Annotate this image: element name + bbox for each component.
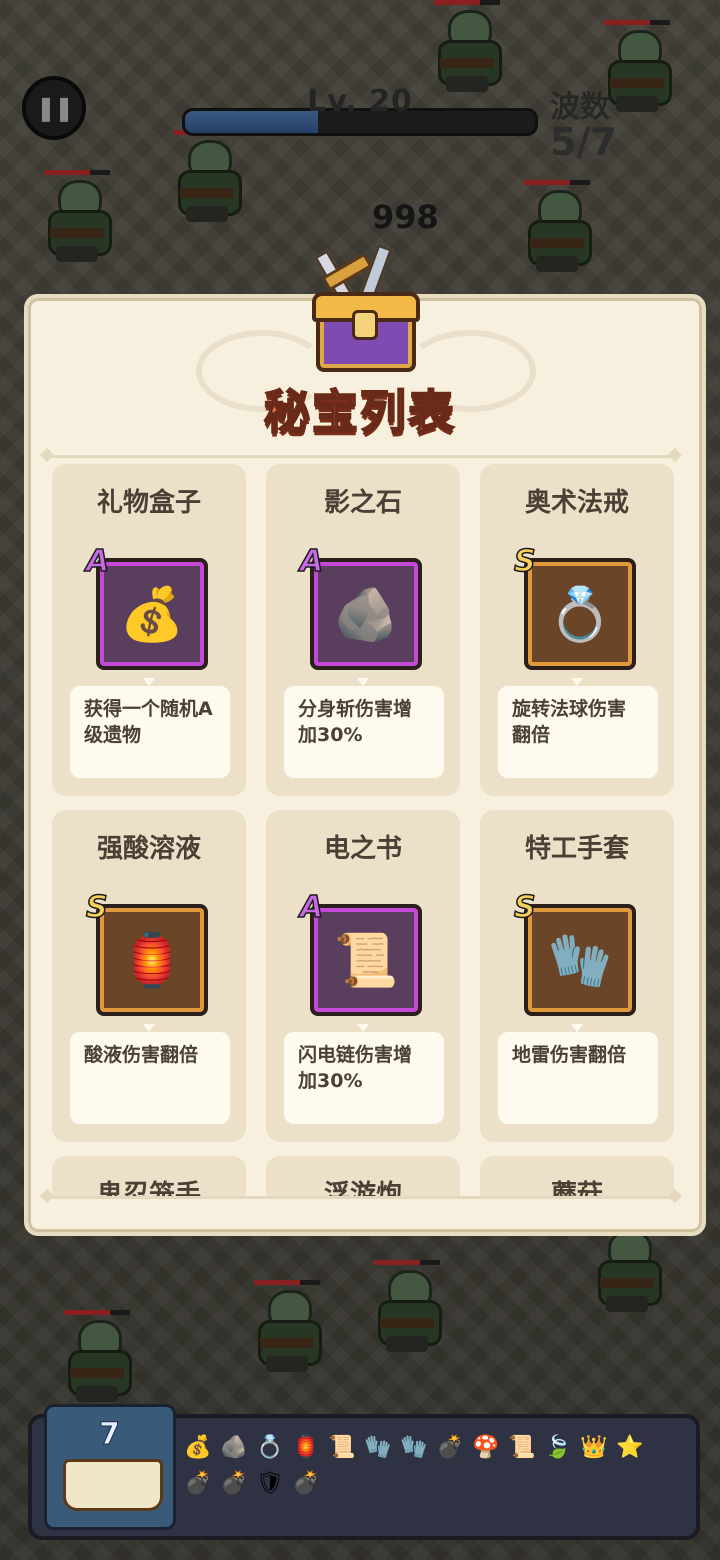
shadow-stone-icon: 🪨 [333,584,399,645]
relic-card[interactable]: 蘑菇 [480,1156,674,1196]
owned-relic-icon[interactable]: 🍄 [472,1434,500,1462]
relic-description: 闪电链伤害增加30% [284,1032,444,1124]
relic-card[interactable]: 特工手套 🧤 S 地雷伤害翻倍 [480,810,674,1142]
owned-relic-icon[interactable]: 💰 [184,1434,212,1462]
desc-pointer [571,1024,583,1032]
owned-relic-icon[interactable]: 🍃 [544,1434,572,1462]
modal-title: 秘宝列表 [263,384,456,440]
desc-pointer [357,1024,369,1032]
relic-card[interactable]: 鬼忍笼手 [52,1156,246,1196]
relic-description: 分身斩伤害增加30% [284,686,444,778]
relic-description: 地雷伤害翻倍 [498,1032,658,1124]
owned-relic-icon[interactable]: 💣 [184,1470,212,1498]
relic-card[interactable]: 强酸溶液 🏮 S 酸液伤害翻倍 [52,810,246,1142]
owned-relic-icon[interactable]: 👑 [580,1434,608,1462]
relic-grade-badge: A [299,889,324,926]
relic-card[interactable]: 影之石 🪨 A 分身斩伤害增加30% [266,464,460,796]
divider-bottom [48,1196,674,1199]
relic-name: 奥术法戒 [524,488,629,518]
gauntlet-icon: 🧤 [547,930,613,991]
relic-name: 蘑菇 [550,1180,603,1196]
relic-grade-badge: S [513,543,536,580]
arcane-ring-icon: 💍 [547,584,613,645]
owned-relic-icon[interactable]: 💣 [436,1434,464,1462]
treasure-chest-icon [310,243,420,372]
relic-card[interactable]: 礼物盒子 💰 A 获得一个随机A级遗物 [52,464,246,796]
relic-name: 强酸溶液 [96,834,201,864]
spellbook-icon [63,1459,163,1511]
desc-pointer [571,678,583,686]
owned-relic-icon[interactable]: 💣 [292,1470,320,1498]
owned-relic-icon[interactable]: 🧤 [364,1434,392,1462]
relic-description: 旋转法球伤害翻倍 [498,686,658,778]
relic-name: 礼物盒子 [96,488,201,518]
owned-relic-icon[interactable]: 🛡 [256,1470,284,1498]
relic-grade-badge: S [85,889,108,926]
desc-pointer [357,678,369,686]
relic-grade-badge: A [85,543,110,580]
desc-pointer [143,1024,155,1032]
owned-relics-row-2: 💣 💣 🛡 💣 [184,1470,320,1498]
owned-relic-icon[interactable]: 📜 [508,1434,536,1462]
relic-description: 获得一个随机A级遗物 [70,686,230,778]
gift-bag-icon: 💰 [119,584,185,645]
relic-card[interactable]: 浮游炮 [266,1156,460,1196]
desc-pointer [143,678,155,686]
relic-name: 电之书 [323,834,402,864]
spellbook-count: 7 [99,1417,121,1453]
owned-relics-row-1: 💰 🪨 💍 🏮 📜 🧤 🧤 💣 🍄 📜 🍃 👑 ⭐ [184,1434,644,1462]
owned-relic-icon[interactable]: 💍 [256,1434,284,1462]
relic-grid[interactable]: 礼物盒子 💰 A 获得一个随机A级遗物 影之石 🪨 A 分身斩伤害增加30% 奥术法戒 💍 S 旋转法… [52,464,680,1196]
relic-name: 鬼忍笼手 [96,1180,201,1196]
relic-description: 酸液伤害翻倍 [70,1032,230,1124]
relic-grade-badge: A [299,543,324,580]
owned-relic-icon[interactable]: 🏮 [292,1434,320,1462]
relic-grade-badge: S [513,889,536,926]
relic-card[interactable]: 奥术法戒 💍 S 旋转法球伤害翻倍 [480,464,674,796]
relic-name: 影之石 [323,488,402,518]
lantern-icon: 🏮 [119,930,185,991]
owned-relic-icon[interactable]: 📜 [328,1434,356,1462]
owned-relic-icon[interactable]: 🧤 [400,1434,428,1462]
owned-relic-icon[interactable]: 💣 [220,1470,248,1498]
owned-relic-icon[interactable]: ⭐ [616,1434,644,1462]
relic-name: 浮游炮 [323,1180,402,1196]
owned-relic-icon[interactable]: 🪨 [220,1434,248,1462]
spellbook-button[interactable]: 7 [44,1404,176,1530]
relic-card[interactable]: 电之书 📜 A 闪电链伤害增加30% [266,810,460,1142]
relic-name: 特工手套 [524,834,629,864]
divider-top [48,455,674,458]
scroll-icon: 📜 [333,930,399,991]
